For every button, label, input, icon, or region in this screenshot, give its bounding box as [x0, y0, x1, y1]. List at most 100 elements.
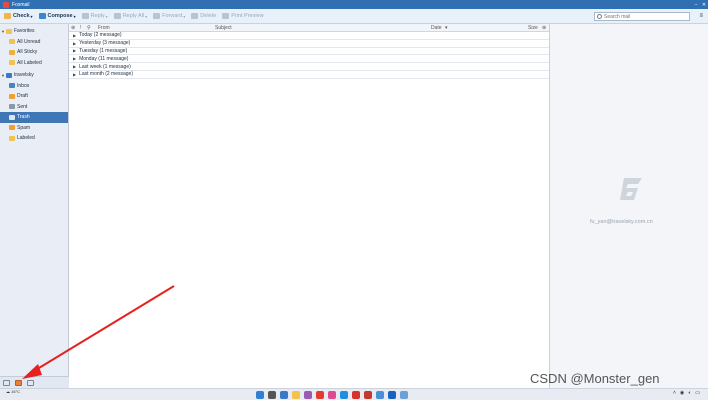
expand-arrow-icon[interactable]: ▶	[73, 56, 76, 61]
list-header: ⊕ ! ⚲ From Subject Date ▾ Size ⊕	[69, 24, 549, 32]
label-folder-icon	[9, 60, 15, 66]
account-name: travelsky	[14, 72, 34, 79]
sidebar-item-all-sticky[interactable]: All Sticky	[0, 47, 68, 58]
message-group-row[interactable]: ▶ Tuesday (1 message)	[69, 48, 549, 56]
sidebar-item-all-labeled[interactable]: All Labeled	[0, 58, 68, 69]
sidebar-item-label: Labeled	[17, 135, 35, 142]
reply-icon	[81, 13, 89, 19]
app-icon[interactable]	[400, 391, 408, 399]
csdn-watermark: CSDN @Monster_gen	[530, 371, 660, 386]
chevron-up-icon[interactable]: ˄	[673, 390, 676, 396]
message-group-row[interactable]: ▶ Last month (2 message)	[69, 71, 549, 79]
forward-button[interactable]: Forward ▾	[153, 13, 185, 19]
sticky-star-icon	[9, 49, 15, 55]
delete-button[interactable]: Delete	[191, 13, 216, 19]
column-from[interactable]: From	[98, 25, 110, 31]
folder-icon[interactable]	[292, 391, 300, 399]
attachment-column-icon[interactable]: ⚲	[87, 25, 91, 31]
chevron-down-icon[interactable]: ▾	[106, 14, 108, 19]
sidebar-item-draft[interactable]: Draft	[0, 91, 68, 102]
sidebar-item-all-unread[interactable]: All Unread	[0, 37, 68, 48]
network-icon[interactable]: ◉	[680, 390, 684, 396]
sidebar-item-label: All Sticky	[17, 49, 38, 56]
print-preview-button[interactable]: Print Preview	[222, 13, 264, 19]
spam-icon	[9, 125, 15, 131]
check-button[interactable]: Check ▾	[4, 13, 33, 19]
foxmail-app-icon[interactable]	[316, 391, 324, 399]
group-label: Today (2 message)	[79, 32, 122, 39]
message-group-row[interactable]: ▶ Yesterday (3 message)	[69, 40, 549, 48]
reply-label: Reply	[90, 13, 105, 19]
weather-temp: 16°C	[11, 389, 21, 394]
sidebar-item-spam[interactable]: Spam	[0, 123, 68, 134]
reply-button[interactable]: Reply ▾	[81, 13, 108, 19]
trash-icon	[9, 114, 15, 120]
expand-arrow-icon[interactable]: ▶	[73, 33, 76, 38]
column-date[interactable]: Date	[431, 25, 442, 31]
expand-arrow-icon[interactable]: ▶	[73, 48, 76, 53]
compose-button[interactable]: Compose ▾	[38, 13, 76, 19]
chevron-down-icon[interactable]: ▾	[31, 14, 33, 19]
app-icon[interactable]	[340, 391, 348, 399]
calendar-icon[interactable]	[27, 379, 34, 386]
sidebar-item-label: Trash	[17, 114, 30, 121]
message-group-row[interactable]: ▶ Monday (11 message)	[69, 55, 549, 64]
chevron-down-icon[interactable]: ▾	[145, 14, 147, 19]
expand-arrow-icon[interactable]: ▶	[73, 72, 76, 77]
message-group-row[interactable]: ▶ Today (2 message)	[69, 32, 549, 40]
app-icon[interactable]	[352, 391, 360, 399]
battery-icon[interactable]: ▭	[695, 390, 700, 396]
sidebar-item-labeled[interactable]: Labeled	[0, 133, 68, 144]
volume-icon[interactable]: ◐	[688, 390, 691, 396]
flag-column-icon[interactable]: !	[80, 25, 81, 31]
message-group-row[interactable]: ▶ Last week (1 message)	[69, 63, 549, 71]
account-header[interactable]: ▼ travelsky	[0, 70, 68, 81]
sidebar-item-inbox[interactable]: Inbox	[0, 81, 68, 92]
check-mail-icon	[4, 13, 11, 19]
delete-icon	[191, 13, 199, 19]
chevron-down-icon[interactable]: ▾	[74, 14, 76, 19]
draft-icon	[9, 93, 15, 99]
weather-widget[interactable]: ☁ 16°C	[6, 389, 21, 395]
unread-folder-icon	[9, 39, 15, 45]
expand-arrow-icon[interactable]: ▶	[73, 41, 76, 46]
sidebar-item-trash[interactable]: Trash	[0, 112, 68, 123]
print-preview-label: Print Preview	[231, 13, 264, 19]
minimize-icon[interactable]: –	[692, 2, 700, 8]
window-controls: – ✕	[692, 2, 708, 8]
compose-label: Compose	[47, 13, 73, 19]
favorites-header[interactable]: ▼ Favorites	[0, 26, 68, 37]
mail-view-icon[interactable]	[3, 379, 10, 386]
column-options-icon[interactable]: ⊕	[542, 25, 546, 31]
start-icon[interactable]	[256, 391, 264, 399]
forward-label: Forward	[162, 13, 183, 19]
expand-arrow-icon[interactable]: ▶	[73, 64, 76, 69]
folder-sidebar: ▼ Favorites All Unread All Sticky All La…	[0, 24, 69, 376]
close-icon[interactable]: ✕	[700, 2, 708, 8]
sidebar-bottom-bar	[0, 376, 69, 388]
delete-label: Delete	[200, 13, 217, 19]
sort-descending-icon: ▾	[445, 25, 448, 31]
app-icon[interactable]	[364, 391, 372, 399]
sort-icon[interactable]: ⊕	[71, 25, 75, 31]
check-label: Check	[13, 13, 30, 19]
account-credit: fu_yan@travelsky.com.cn	[590, 219, 653, 225]
chevron-down-icon[interactable]: ▾	[183, 14, 185, 19]
app-icon[interactable]	[388, 391, 396, 399]
reply-all-button[interactable]: Reply All ▾	[113, 13, 147, 19]
address-book-icon[interactable]	[15, 379, 22, 386]
menu-icon[interactable]: ≡	[699, 13, 703, 19]
search-icon[interactable]	[268, 391, 276, 399]
sidebar-item-label: All Unread	[17, 38, 41, 45]
column-size[interactable]: Size	[528, 25, 538, 31]
sidebar-item-sent[interactable]: Sent	[0, 102, 68, 113]
app-icon[interactable]	[304, 391, 312, 399]
search-input[interactable]	[604, 13, 684, 20]
print-icon	[222, 13, 230, 19]
browser-icon[interactable]	[280, 391, 288, 399]
app-icon[interactable]	[376, 391, 384, 399]
sidebar-item-label: Spam	[17, 124, 31, 131]
foxmail-logo-icon	[3, 1, 9, 8]
column-subject[interactable]: Subject	[215, 25, 232, 31]
app-icon[interactable]	[328, 391, 336, 399]
